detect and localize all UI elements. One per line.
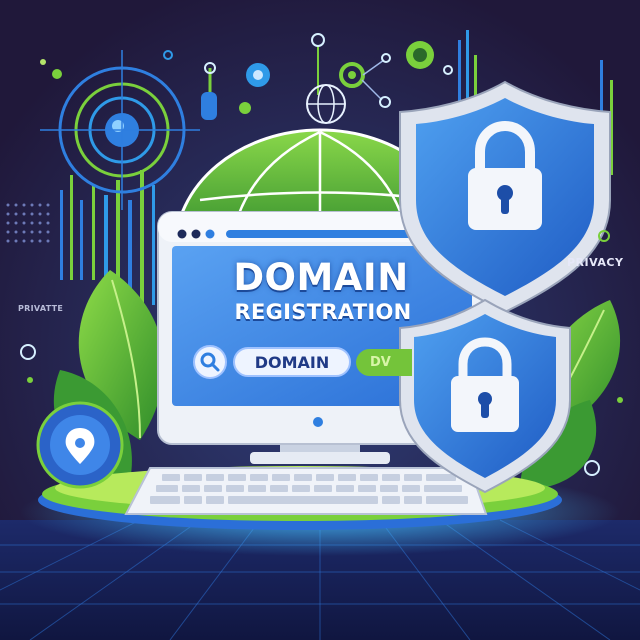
search-go-button[interactable]: DV xyxy=(356,349,412,376)
keyboard-icon xyxy=(124,467,488,515)
domain-registration-illustration: DOMAIN REGISTRATION DOMAIN DV PRIVACY PR… xyxy=(0,0,640,640)
headline-title: DOMAIN xyxy=(233,256,409,299)
subheadline-title: REGISTRATION xyxy=(234,300,412,324)
privacy-label-left: PRIVATTE xyxy=(18,304,64,313)
location-pin-icon xyxy=(36,401,124,489)
privacy-label-right: PRIVACY xyxy=(567,256,624,269)
domain-search-input[interactable]: DOMAIN xyxy=(233,347,351,377)
decor-dot xyxy=(52,69,62,79)
magnifier-icon xyxy=(193,345,227,379)
